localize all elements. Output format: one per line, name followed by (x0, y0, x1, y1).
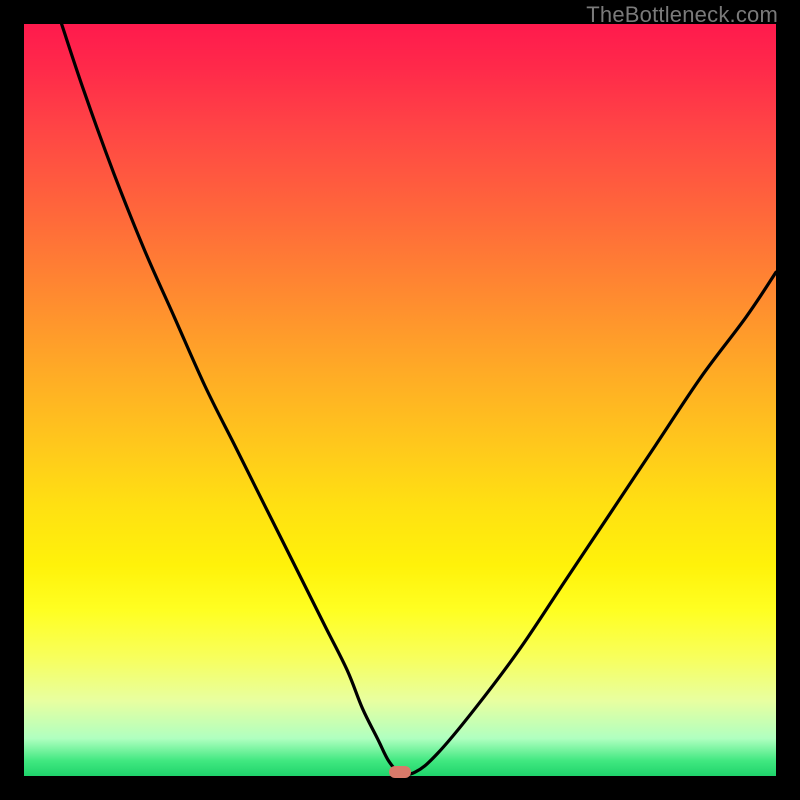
bottleneck-curve (62, 24, 776, 774)
curve-svg (24, 24, 776, 776)
minimum-marker (389, 766, 411, 778)
chart-frame (20, 20, 780, 780)
watermark-text: TheBottleneck.com (586, 2, 778, 28)
